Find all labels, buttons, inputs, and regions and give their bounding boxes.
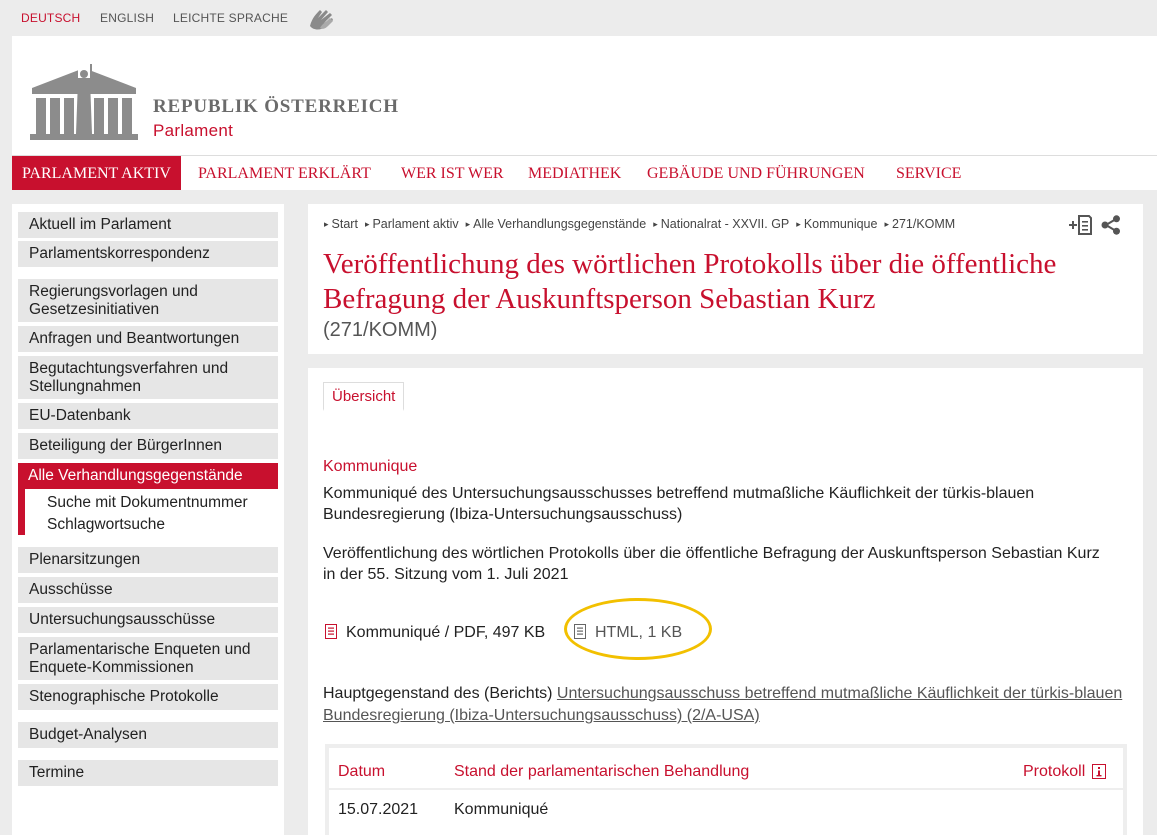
sidebar-item-parlamentskorrespondenz[interactable]: Parlamentskorrespondenz — [18, 241, 278, 267]
sidebar-item-eu-datenbank[interactable]: EU-Datenbank — [18, 403, 278, 429]
sidebar-item-aktuell[interactable]: Aktuell im Parlament — [18, 212, 278, 238]
table-cell-datum: 15.07.2021 — [338, 801, 419, 818]
description-text: Kommuniqué des Untersuchungsausschusses … — [323, 485, 1035, 523]
sidebar-item-stenographische-protokolle[interactable]: Stenographische Protokolle — [18, 684, 278, 710]
main-nav: PARLAMENT AKTIV PARLAMENT ERKLÄRT WER IS… — [12, 155, 1157, 190]
site-header: REPUBLIK ÖSTERREICH Parlament — [12, 36, 1157, 155]
page-header-card: Start Parlament aktiv Alle Verhandlungsgeg… — [308, 204, 1143, 354]
sidebar-item-ausschuesse[interactable]: Ausschüsse — [18, 577, 278, 603]
lang-deutsch-link[interactable]: DEUTSCH — [21, 11, 80, 25]
info-icon[interactable] — [1092, 764, 1106, 779]
main-subject-label: Hauptgegenstand des (Berichts) — [323, 685, 553, 702]
add-bookmark-icon[interactable] — [1069, 215, 1093, 235]
column-header-protokoll: Protokoll — [1023, 763, 1086, 780]
language-bar: DEUTSCH ENGLISH LEICHTE SPRACHE — [0, 0, 1157, 36]
pdf-document-link[interactable]: Kommuniqué / PDF, 497 KB — [325, 624, 545, 642]
highlight-ellipse — [564, 598, 712, 660]
sidebar-subitem-schlagwortsuche[interactable]: Schlagwortsuche — [47, 516, 165, 534]
tab-uebersicht[interactable]: Übersicht — [323, 382, 405, 411]
nav-gebaeude-fuehrungen[interactable]: GEBÄUDE UND FÜHRUNGEN — [647, 156, 865, 190]
sidebar-item-plenarsitzungen[interactable]: Plenarsitzungen — [18, 547, 278, 573]
nav-mediathek[interactable]: MEDIATHEK — [528, 156, 621, 190]
sidebar-item-enqueten[interactable]: Parlamentarische Enqueten und Enquete-Ko… — [18, 637, 278, 680]
share-icon[interactable] — [1101, 215, 1121, 235]
nav-parlament-aktiv[interactable]: PARLAMENT AKTIV — [12, 156, 181, 190]
sidebar-item-termine[interactable]: Termine — [18, 760, 278, 786]
sidebar-item-anfragen[interactable]: Anfragen und Beantwortungen — [18, 326, 278, 352]
breadcrumb-current: 271/KOMM — [884, 217, 955, 231]
sign-language-icon[interactable] — [306, 4, 340, 32]
breadcrumb: Start Parlament aktiv Alle Verhandlungsgeg… — [324, 217, 962, 231]
lang-leichte-sprache-link[interactable]: LEICHTE SPRACHE — [173, 11, 288, 25]
column-header-datum: Datum — [338, 763, 386, 780]
sidebar-item-untersuchungsausschuesse[interactable]: Untersuchungsausschüsse — [18, 607, 278, 633]
sidebar-item-beteiligung[interactable]: Beteiligung der BürgerInnen — [18, 433, 278, 459]
sidebar: Aktuell im Parlament Parlamentskorrespon… — [12, 204, 284, 835]
brand-title: REPUBLIK ÖSTERREICH — [153, 96, 399, 117]
publication-text: Veröffentlichung des wörtlichen Protokol… — [323, 545, 1100, 583]
content-card: Übersicht Kommunique Kommuniqué des Unte… — [308, 368, 1143, 835]
pdf-document-label: Kommuniqué / PDF, 497 KB — [346, 624, 546, 641]
sidebar-item-alle-verhandlungsgegenstaende[interactable]: Alle Verhandlungsgegenstände — [18, 463, 278, 489]
page-subtitle: (271/KOMM) — [323, 319, 438, 341]
sidebar-item-begutachtung[interactable]: Begutachtungsverfahren und Stellungnahme… — [18, 356, 278, 399]
column-header-stand: Stand der parlamentarischen Behandlung — [454, 763, 750, 780]
brand-subtitle: Parlament — [153, 121, 234, 140]
breadcrumb-parlament-aktiv[interactable]: Parlament aktiv — [365, 217, 458, 231]
breadcrumb-nationalrat[interactable]: Nationalrat - XXVII. GP — [653, 217, 790, 231]
nav-wer-ist-wer[interactable]: WER IST WER — [401, 156, 504, 190]
sidebar-item-budget-analysen[interactable]: Budget-Analysen — [18, 722, 278, 748]
table-row-separator — [329, 788, 1123, 790]
parliament-building-logo[interactable] — [30, 60, 138, 140]
nav-service[interactable]: SERVICE — [896, 156, 961, 190]
breadcrumb-kommunique[interactable]: Kommunique — [796, 217, 878, 231]
main-subject: Hauptgegenstand des (Berichts) Untersuch… — [323, 683, 1123, 727]
section-heading: Kommunique — [323, 458, 418, 475]
document-icon — [325, 624, 337, 639]
sidebar-submenu: Suche mit Dokumentnummer Schlagwortsuche — [18, 489, 278, 535]
breadcrumb-alle-verhandlungsgegenstaende[interactable]: Alle Verhandlungsgegenstände — [466, 217, 646, 231]
procedure-table: Datum Stand der parlamentarischen Behand… — [325, 744, 1127, 835]
page-tools — [1069, 214, 1121, 236]
breadcrumb-start[interactable]: Start — [324, 217, 358, 231]
table-cell-stand: Kommuniqué — [454, 801, 549, 818]
sidebar-item-regierungsvorlagen[interactable]: Regierungsvorlagen und Gesetzesinitiativ… — [18, 279, 278, 322]
nav-parlament-erklaert[interactable]: PARLAMENT ERKLÄRT — [198, 156, 371, 190]
page-title: Veröffentlichung des wörtlichen Protokol… — [323, 248, 1057, 315]
sidebar-subitem-dokumentnummer[interactable]: Suche mit Dokumentnummer — [47, 494, 248, 512]
lang-english-link[interactable]: ENGLISH — [100, 11, 154, 25]
